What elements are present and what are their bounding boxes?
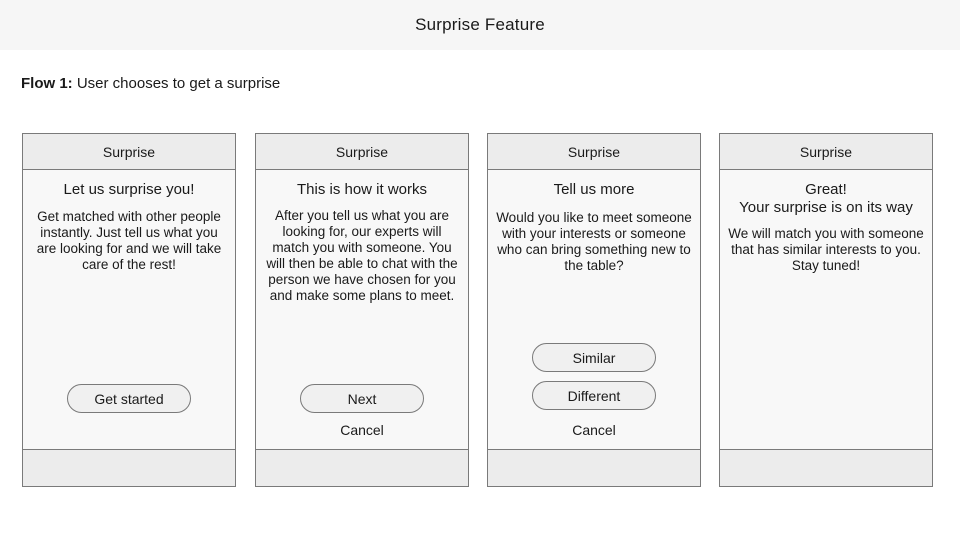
next-button[interactable]: Next [300,384,424,413]
screen-tell-us-more: Surprise Tell us more Would you like to … [487,133,701,487]
screen-intro: Surprise Let us surprise you! Get matche… [22,133,236,487]
screen-heading: Tell us more [553,181,635,198]
screen-header: Surprise [256,134,468,170]
top-bar: Surprise Feature [0,0,960,50]
screen-heading-line-1: Great! [805,181,847,198]
screen-header: Surprise [488,134,700,170]
screen-header: Surprise [23,134,235,170]
different-option-button[interactable]: Different [532,381,656,410]
screen-confirmation: Surprise Great! Your surprise is on its … [719,133,933,487]
screen-footer [256,449,468,486]
screen-body-text: Would you like to meet someone with your… [496,210,692,273]
flow-number: Flow 1: [21,75,73,92]
flow-description: User chooses to get a surprise [76,75,281,92]
similar-option-button[interactable]: Similar [532,343,656,372]
page-title: Surprise Feature [415,15,545,34]
screen-body-text: Get matched with other people instantly.… [36,209,222,272]
screen-heading: This is how it works [296,181,428,198]
screen-heading-line-2: Your surprise is on its way [739,199,913,216]
cancel-link[interactable]: Cancel [256,422,468,438]
get-started-button[interactable]: Get started [67,384,191,413]
screen-heading: Let us surprise you! [63,181,195,198]
screen-body-text: We will match you with someone that has … [728,226,924,273]
screen-footer [23,449,235,486]
screen-footer [488,449,700,486]
screen-body-text: After you tell us what you are looking f… [266,208,458,303]
flow-label: Flow 1: User chooses to get a surprise [21,75,280,92]
screen-header: Surprise [720,134,932,170]
screen-footer [720,449,932,486]
cancel-link[interactable]: Cancel [488,422,700,438]
screen-how-it-works: Surprise This is how it works After you … [255,133,469,487]
